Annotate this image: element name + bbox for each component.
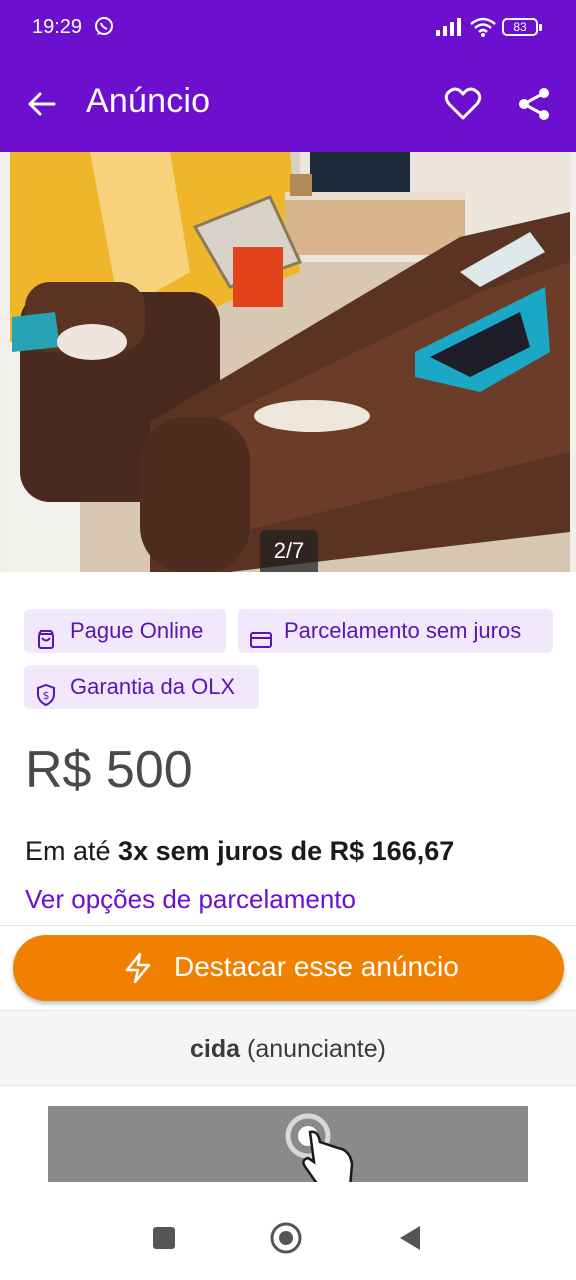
listing-photo[interactable] bbox=[0, 152, 576, 572]
gallery-counter: 2/7 bbox=[260, 530, 318, 572]
seller-role: (anunciante) bbox=[240, 1035, 386, 1063]
badge-parcelamento: Parcelamento sem juros bbox=[238, 609, 553, 653]
page-title: Anúncio bbox=[86, 82, 211, 120]
badge-garantia: $ Garantia da OLX bbox=[24, 665, 259, 709]
price: R$ 500 bbox=[25, 741, 193, 799]
map-preview[interactable] bbox=[48, 1106, 528, 1182]
divider bbox=[0, 925, 576, 926]
signal-icon bbox=[436, 18, 464, 41]
badge-label: Garantia da OLX bbox=[70, 674, 236, 699]
installments-bold: 3x sem juros de R$ 166,67 bbox=[118, 836, 455, 866]
battery-icon: 83 bbox=[502, 18, 542, 36]
highlight-ad-button[interactable]: Destacar esse anúncio bbox=[13, 935, 564, 1001]
badge-label: Parcelamento sem juros bbox=[284, 618, 522, 643]
installment-options-link[interactable]: Ver opções de parcelamento bbox=[25, 884, 356, 915]
recents-square-icon[interactable] bbox=[144, 1218, 184, 1258]
svg-text:$: $ bbox=[43, 689, 50, 702]
whatsapp-icon bbox=[94, 16, 114, 41]
back-arrow-icon[interactable] bbox=[24, 86, 60, 122]
wifi-icon bbox=[470, 16, 496, 43]
status-time: 19:29 bbox=[32, 16, 83, 38]
installments-prefix: Em até bbox=[25, 836, 119, 866]
system-navigation-bar bbox=[0, 1196, 576, 1280]
hand-pointer-icon bbox=[280, 1108, 400, 1182]
bag-icon bbox=[36, 621, 56, 649]
badge-label: Pague Online bbox=[70, 618, 204, 643]
card-icon bbox=[250, 621, 272, 648]
badge-pague-online: Pague Online bbox=[24, 609, 226, 653]
status-bar: 19:29 83 bbox=[0, 0, 576, 56]
share-icon[interactable] bbox=[516, 86, 552, 122]
back-triangle-icon[interactable] bbox=[390, 1218, 430, 1258]
seller-name: cida bbox=[190, 1035, 241, 1063]
installments-text: Em até 3x sem juros de R$ 166,67 bbox=[25, 836, 454, 867]
lightning-icon bbox=[121, 951, 155, 985]
shield-dollar-icon: $ bbox=[36, 677, 56, 707]
app-bar: Anúncio bbox=[0, 56, 576, 152]
highlight-ad-label: Destacar esse anúncio bbox=[174, 951, 459, 982]
seller-info: cida (anunciante) bbox=[0, 1010, 576, 1086]
home-circle-icon[interactable] bbox=[266, 1218, 306, 1258]
heart-icon[interactable] bbox=[444, 86, 482, 122]
